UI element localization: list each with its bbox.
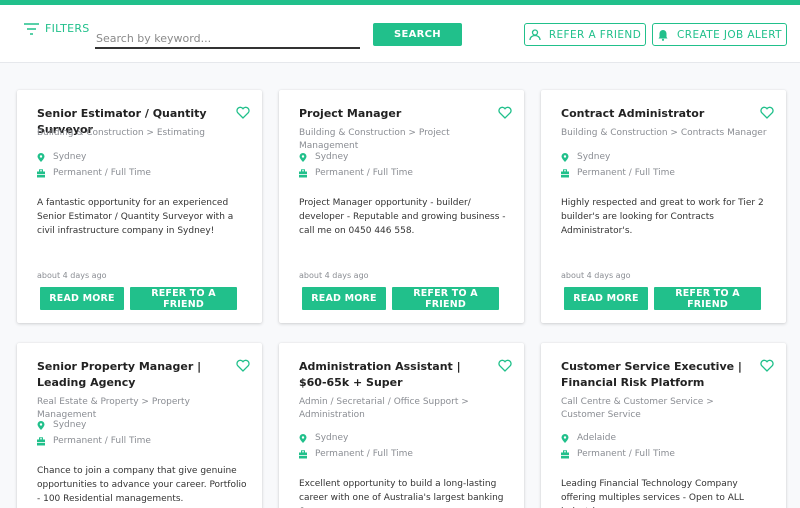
job-location: Sydney: [299, 433, 348, 443]
job-location: Adelaide: [561, 433, 616, 443]
heart-icon[interactable]: [236, 106, 250, 119]
job-posted-time: about 4 days ago: [299, 271, 369, 280]
briefcase-icon: [37, 168, 45, 177]
filters-button[interactable]: FILTERS: [24, 22, 90, 35]
job-category: Building & Construction > Project Manage…: [299, 128, 450, 151]
heart-icon[interactable]: [760, 106, 774, 119]
read-more-button[interactable]: READ MORE: [564, 287, 648, 310]
job-card[interactable]: Contract Administrator Building & Constr…: [541, 90, 786, 323]
job-location: Sydney: [37, 420, 86, 430]
job-title[interactable]: Senior Property Manager | Leading Agency: [37, 359, 227, 391]
search-input[interactable]: [95, 29, 360, 49]
filters-label: FILTERS: [45, 22, 90, 35]
job-location-label: Sydney: [577, 152, 611, 162]
job-work-type-label: Permanent / Full Time: [315, 168, 413, 178]
location-pin-icon: [561, 433, 569, 443]
refer-to-a-friend-button[interactable]: REFER TO A FRIEND: [654, 287, 761, 310]
job-description: A fantastic opportunity for an experienc…: [37, 198, 234, 236]
refer-a-friend-label: REFER A FRIEND: [548, 28, 642, 41]
job-description: Chance to join a company that give genui…: [37, 466, 247, 504]
job-title[interactable]: Contract Administrator: [561, 106, 751, 122]
job-description: Highly respected and great to work for T…: [561, 198, 764, 236]
job-work-type: Permanent / Full Time: [37, 436, 151, 446]
job-location-label: Adelaide: [577, 433, 617, 443]
job-work-type: Permanent / Full Time: [299, 449, 413, 459]
job-category: Admin / Secretarial / Office Support > A…: [299, 397, 469, 420]
briefcase-icon: [299, 168, 307, 177]
job-work-type-label: Permanent / Full Time: [577, 168, 675, 178]
refer-to-a-friend-button[interactable]: REFER TO A FRIEND: [392, 287, 499, 310]
job-description: Project Manager opportunity - builder/ d…: [299, 198, 506, 236]
job-category: Real Estate & Property > Property Manage…: [37, 397, 190, 420]
filter-icon: [24, 22, 39, 35]
job-category: Building & Construction > Estimating: [37, 128, 205, 138]
job-card[interactable]: Administration Assistant | $60-65k + Sup…: [279, 343, 524, 508]
location-pin-icon: [299, 433, 307, 443]
job-card[interactable]: Customer Service Executive | Financial R…: [541, 343, 786, 508]
create-job-alert-label: CREATE JOB ALERT: [677, 28, 782, 41]
location-pin-icon: [561, 152, 569, 162]
read-more-button[interactable]: READ MORE: [40, 287, 124, 310]
job-work-type-label: Permanent / Full Time: [53, 436, 151, 446]
job-location-label: Sydney: [315, 152, 349, 162]
job-work-type: Permanent / Full Time: [299, 168, 413, 178]
job-title[interactable]: Administration Assistant | $60-65k + Sup…: [299, 359, 489, 391]
job-posted-time: about 4 days ago: [37, 271, 107, 280]
job-location-label: Sydney: [53, 152, 87, 162]
job-card[interactable]: Senior Estimator / Quantity Surveyor Bui…: [17, 90, 262, 323]
job-work-type-label: Permanent / Full Time: [315, 449, 413, 459]
job-location: Sydney: [37, 152, 86, 162]
job-description: Leading Financial Technology Company off…: [561, 479, 744, 508]
heart-icon[interactable]: [498, 106, 512, 119]
location-pin-icon: [37, 152, 45, 162]
bell-icon: [658, 29, 668, 41]
refer-a-friend-button[interactable]: REFER A FRIEND: [524, 23, 646, 46]
job-posted-time: about 4 days ago: [561, 271, 631, 280]
job-category: Building & Construction > Contracts Mana…: [561, 128, 767, 138]
heart-icon[interactable]: [236, 359, 250, 372]
read-more-button[interactable]: READ MORE: [302, 287, 386, 310]
job-card[interactable]: Senior Property Manager | Leading Agency…: [17, 343, 262, 508]
job-card[interactable]: Project Manager Building & Construction …: [279, 90, 524, 323]
heart-icon[interactable]: [760, 359, 774, 372]
job-location: Sydney: [299, 152, 348, 162]
job-title[interactable]: Customer Service Executive | Financial R…: [561, 359, 751, 391]
job-work-type: Permanent / Full Time: [37, 168, 151, 178]
create-job-alert-button[interactable]: CREATE JOB ALERT: [652, 23, 787, 46]
job-work-type: Permanent / Full Time: [561, 168, 675, 178]
job-location: Sydney: [561, 152, 610, 162]
job-work-type: Permanent / Full Time: [561, 449, 675, 459]
briefcase-icon: [37, 436, 45, 445]
job-category: Call Centre & Customer Service > Custome…: [561, 397, 714, 420]
job-work-type-label: Permanent / Full Time: [577, 449, 675, 459]
briefcase-icon: [561, 449, 569, 458]
heart-icon[interactable]: [498, 359, 512, 372]
job-description: Excellent opportunity to build a long-la…: [299, 479, 504, 508]
search-button[interactable]: SEARCH: [373, 23, 462, 46]
briefcase-icon: [299, 449, 307, 458]
search-header: FILTERS SEARCH REFER A FRIEND CREATE JOB…: [0, 5, 800, 63]
job-title[interactable]: Project Manager: [299, 106, 489, 122]
job-location-label: Sydney: [53, 420, 87, 430]
job-location-label: Sydney: [315, 433, 349, 443]
job-work-type-label: Permanent / Full Time: [53, 168, 151, 178]
refer-to-a-friend-button[interactable]: REFER TO A FRIEND: [130, 287, 237, 310]
briefcase-icon: [561, 168, 569, 177]
location-pin-icon: [299, 152, 307, 162]
user-refer-icon: [529, 28, 541, 40]
location-pin-icon: [37, 420, 45, 430]
